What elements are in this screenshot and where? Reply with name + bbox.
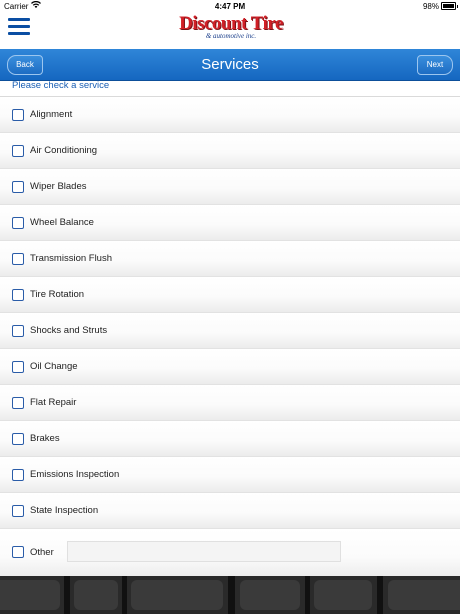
service-label: Wiper Blades — [30, 181, 87, 192]
app-header: Discount Tire & automotive inc. — [0, 13, 460, 49]
checkbox[interactable] — [12, 145, 24, 157]
checkbox[interactable] — [12, 325, 24, 337]
other-label: Other — [30, 547, 54, 558]
other-checkbox[interactable] — [12, 546, 24, 558]
service-row-brakes[interactable]: Brakes — [0, 421, 460, 457]
service-row-state-inspection[interactable]: State Inspection — [0, 493, 460, 529]
service-row-transmission-flush[interactable]: Transmission Flush — [0, 241, 460, 277]
service-label: Transmission Flush — [30, 253, 113, 264]
service-row-oil-change[interactable]: Oil Change — [0, 349, 460, 385]
navigation-bar: Back Services Next — [0, 49, 460, 81]
checkbox[interactable] — [12, 253, 24, 265]
service-row-emissions-inspection[interactable]: Emissions Inspection — [0, 457, 460, 493]
next-button[interactable]: Next — [417, 55, 453, 75]
checkbox[interactable] — [12, 181, 24, 193]
checkbox[interactable] — [12, 505, 24, 517]
hamburger-icon[interactable] — [8, 16, 30, 36]
tire-tread-decoration — [0, 576, 460, 614]
status-time: 4:47 PM — [214, 2, 246, 11]
service-label: Emissions Inspection — [30, 469, 120, 480]
service-label: Wheel Balance — [30, 217, 94, 228]
battery-icon — [441, 2, 458, 10]
service-label: Oil Change — [30, 361, 78, 372]
service-row-tire-rotation[interactable]: Tire Rotation — [0, 277, 460, 313]
checkbox[interactable] — [12, 361, 24, 373]
service-row-wiper-blades[interactable]: Wiper Blades — [0, 169, 460, 205]
service-label: Flat Repair — [30, 397, 77, 408]
checkbox[interactable] — [12, 217, 24, 229]
checkbox[interactable] — [12, 469, 24, 481]
service-label: Alignment — [30, 109, 73, 120]
checkbox[interactable] — [12, 397, 24, 409]
service-row-other: Other — [0, 529, 460, 576]
checkbox[interactable] — [12, 433, 24, 445]
logo-brand: Discount Tire — [179, 13, 283, 34]
service-label: Brakes — [30, 433, 60, 444]
service-label: Shocks and Struts — [30, 325, 108, 336]
service-row-wheel-balance[interactable]: Wheel Balance — [0, 205, 460, 241]
service-row-air-conditioning[interactable]: Air Conditioning — [0, 133, 460, 169]
page-title: Services — [201, 56, 259, 73]
service-list: Alignment Air Conditioning Wiper Blades … — [0, 97, 460, 529]
service-row-shocks-and-struts[interactable]: Shocks and Struts — [0, 313, 460, 349]
checkbox[interactable] — [12, 109, 24, 121]
service-label: Tire Rotation — [30, 289, 85, 300]
status-bar: Carrier 4:47 PM 98% — [0, 0, 460, 13]
battery-percent: 98% — [422, 2, 439, 11]
service-label: State Inspection — [30, 505, 99, 516]
checkbox[interactable] — [12, 289, 24, 301]
other-service-input[interactable] — [67, 541, 341, 562]
service-prompt: Please check a service — [12, 80, 110, 91]
service-label: Air Conditioning — [30, 145, 98, 156]
service-row-alignment[interactable]: Alignment — [0, 97, 460, 133]
discount-tire-logo: Discount Tire & automotive inc. — [176, 14, 286, 40]
service-row-flat-repair[interactable]: Flat Repair — [0, 385, 460, 421]
